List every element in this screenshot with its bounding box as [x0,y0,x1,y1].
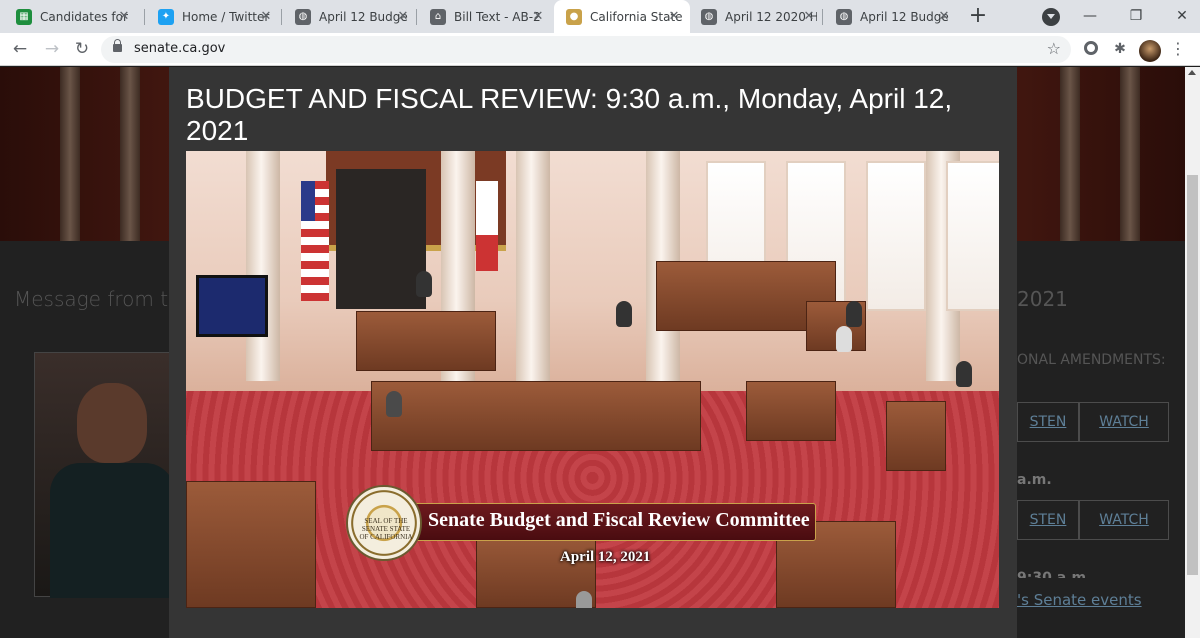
globe-icon: ◍ [295,8,311,25]
browser-toolbar: ← → ↻ senate.ca.gov ☆ ✱ ⋮ [0,33,1200,66]
browser-tab[interactable]: ◍ April 12 2020 H ✕ [689,0,825,33]
amendments-label: ONAL AMENDMENTS: [1017,352,1166,368]
browser-menu-icon[interactable]: ⋮ [1170,39,1186,58]
senate-seal-icon: SEAL OF THE SENATE STATE OF CALIFORNIA [346,485,422,561]
globe-icon: ◍ [701,8,717,25]
time-label-1: a.m. [1017,472,1052,488]
tab-close-icon[interactable]: ✕ [936,9,952,25]
globe-icon: ◍ [836,8,852,25]
tab-close-icon[interactable]: ✕ [116,9,132,25]
message-heading: Message from th [14,287,181,311]
time-label-2: 9:30 a.m. [1017,570,1092,578]
tab-separator [416,9,417,25]
scroll-thumb[interactable] [1187,175,1198,575]
tab-search-icon[interactable] [1042,8,1060,26]
video-lower-third: SEAL OF THE SENATE STATE OF CALIFORNIA S… [346,485,846,575]
bookmark-star-icon[interactable]: ☆ [1047,39,1061,58]
browser-tab[interactable]: ● California State ✕ [554,0,690,33]
tab-close-icon[interactable]: ✕ [395,9,411,25]
scroll-up-arrow-icon[interactable] [1188,70,1196,75]
extensions-puzzle-icon[interactable]: ✱ [1112,41,1128,57]
senate-events-link[interactable]: 's Senate events [1017,591,1142,609]
close-window-button[interactable]: ✕ [1170,4,1194,28]
heading-year-fragment: 2021 [1017,287,1068,311]
senator-portrait [34,352,175,598]
tab-separator [144,9,145,25]
reload-button[interactable]: ↻ [70,37,94,61]
profile-avatar[interactable] [1139,40,1161,62]
listen-button-1[interactable]: STEN [1017,402,1079,442]
seal-icon: ● [566,8,582,25]
forward-button[interactable]: → [40,37,64,61]
extension-circle-icon[interactable] [1084,41,1098,55]
tab-separator [281,9,282,25]
page-scrollbar[interactable] [1185,67,1200,638]
browser-tab[interactable]: ▦ Candidates for ✕ [4,0,140,33]
address-bar[interactable]: senate.ca.gov ☆ [101,36,1071,63]
tab-close-icon[interactable]: ✕ [801,9,817,25]
browser-tab[interactable]: ◍ April 12 Budge ✕ [283,0,419,33]
tab-close-icon[interactable]: ✕ [258,9,274,25]
browser-tab[interactable]: ✦ Home / Twitter ✕ [146,0,282,33]
tab-close-icon[interactable]: ✕ [530,9,546,25]
listen-button-2[interactable]: STEN [1017,500,1079,540]
url-text[interactable]: senate.ca.gov [134,41,225,56]
watch-button-2[interactable]: WATCH [1079,500,1169,540]
banner-title: Senate Budget and Fiscal Review Committe… [428,509,810,531]
video-player[interactable]: SEAL OF THE SENATE STATE OF CALIFORNIA S… [186,151,999,608]
back-button[interactable]: ← [8,37,32,61]
new-tab-button[interactable]: + [966,4,990,28]
seal-text: SEAL OF THE SENATE STATE OF CALIFORNIA [359,517,413,541]
minimize-button[interactable]: — [1078,4,1102,28]
tab-separator [822,9,823,25]
modal-title: BUDGET AND FISCAL REVIEW: 9:30 a.m., Mon… [186,83,953,146]
tab-close-icon[interactable]: ✕ [666,9,682,25]
tab-strip: ▦ Candidates for ✕ ✦ Home / Twitter ✕ ◍ April 1… [0,0,1200,33]
capitol-icon: ⌂ [430,8,446,25]
browser-tab[interactable]: ⌂ Bill Text - AB-2 ✕ [418,0,554,33]
lock-icon[interactable] [113,39,122,52]
browser-tab[interactable]: ◍ April 12 Budge ✕ [824,0,960,33]
restore-button[interactable]: ❐ [1124,4,1148,28]
banner-date: April 12, 2021 [560,549,651,565]
sheets-icon: ▦ [16,8,32,25]
watch-button-1[interactable]: WATCH [1079,402,1169,442]
twitter-icon: ✦ [158,8,174,25]
